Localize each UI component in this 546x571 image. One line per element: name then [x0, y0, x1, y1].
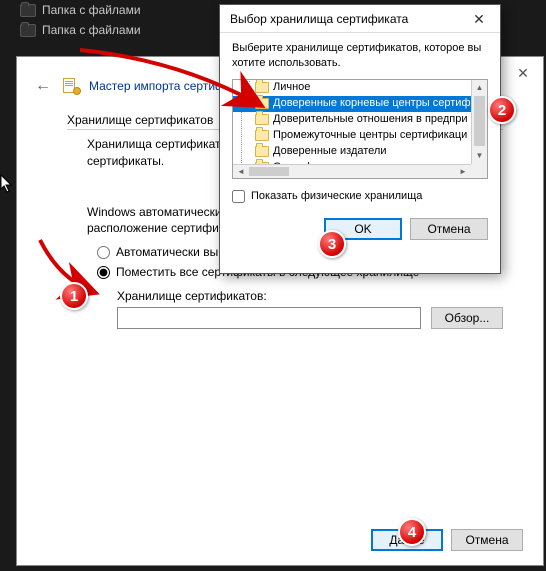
radio-auto-input[interactable]: [97, 246, 110, 259]
tree-item-label: Доверенные корневые центры сертиф: [273, 96, 471, 111]
tree-item-intermediate[interactable]: Промежуточные центры сертификаци: [233, 128, 471, 144]
close-icon[interactable]: ✕: [464, 8, 494, 30]
tree-item-label: Доверительные отношения в предпри: [273, 112, 468, 127]
scroll-right-icon[interactable]: ►: [455, 165, 471, 178]
horizontal-scrollbar[interactable]: ◄ ►: [233, 164, 471, 178]
store-select-dialog: Выбор хранилища сертификата ✕ Выберите х…: [219, 4, 501, 274]
tree-item-trusted-publishers[interactable]: Доверенные издатели: [233, 144, 471, 160]
annotation-badge-3: 3: [318, 230, 346, 258]
dialog-cancel-button[interactable]: Отмена: [410, 218, 488, 240]
back-arrow-icon[interactable]: ←: [31, 77, 55, 95]
show-physical-input[interactable]: [232, 190, 245, 203]
tree-item-enterprise-trust[interactable]: Доверительные отношения в предпри: [233, 112, 471, 128]
radio-place-input[interactable]: [97, 266, 110, 279]
folder-icon: [20, 4, 36, 17]
tree-item-label: Промежуточные центры сертификаци: [273, 128, 467, 143]
certificate-icon: [63, 77, 81, 95]
dialog-description: Выберите хранилище сертификатов, которое…: [232, 41, 488, 71]
scroll-up-icon[interactable]: ▲: [472, 80, 487, 96]
vertical-scrollbar[interactable]: ▲ ▼: [471, 80, 487, 164]
tree-item-personal[interactable]: Личное: [233, 80, 471, 96]
tree-item-trusted-root[interactable]: Доверенные корневые центры сертиф: [233, 96, 471, 112]
bg-item-label: Папка с файлами: [42, 23, 141, 37]
annotation-badge-4: 4: [398, 518, 426, 546]
folder-icon: [255, 146, 269, 157]
store-field-label: Хранилище сертификатов:: [117, 289, 503, 303]
folder-icon: [255, 82, 269, 93]
folder-icon: [255, 130, 269, 141]
background-file-list: Папка с файлами Папка с файлами: [20, 0, 141, 40]
cancel-button[interactable]: Отмена: [451, 529, 523, 551]
browse-button[interactable]: Обзор...: [431, 307, 503, 329]
scroll-left-icon[interactable]: ◄: [233, 165, 249, 178]
annotation-badge-2: 2: [488, 96, 516, 124]
dialog-title: Выбор хранилища сертификата: [230, 12, 408, 26]
scroll-thumb[interactable]: [249, 167, 289, 176]
tree-item-label: Доверенные издатели: [273, 144, 386, 159]
scroll-thumb[interactable]: [474, 96, 485, 146]
folder-icon: [20, 24, 36, 37]
bg-item-label: Папка с файлами: [42, 3, 141, 17]
folder-icon: [255, 98, 269, 109]
store-tree[interactable]: Личное Доверенные корневые центры сертиф…: [232, 79, 488, 179]
show-physical-label: Показать физические хранилища: [251, 189, 422, 204]
cursor-icon: [0, 174, 14, 194]
close-icon[interactable]: ✕: [513, 63, 533, 83]
scroll-down-icon[interactable]: ▼: [472, 148, 487, 164]
folder-icon: [255, 114, 269, 125]
show-physical-checkbox[interactable]: Показать физические хранилища: [232, 189, 488, 204]
store-path-input[interactable]: [117, 307, 421, 329]
annotation-badge-1: 1: [60, 282, 88, 310]
tree-item-label: Личное: [273, 80, 310, 95]
